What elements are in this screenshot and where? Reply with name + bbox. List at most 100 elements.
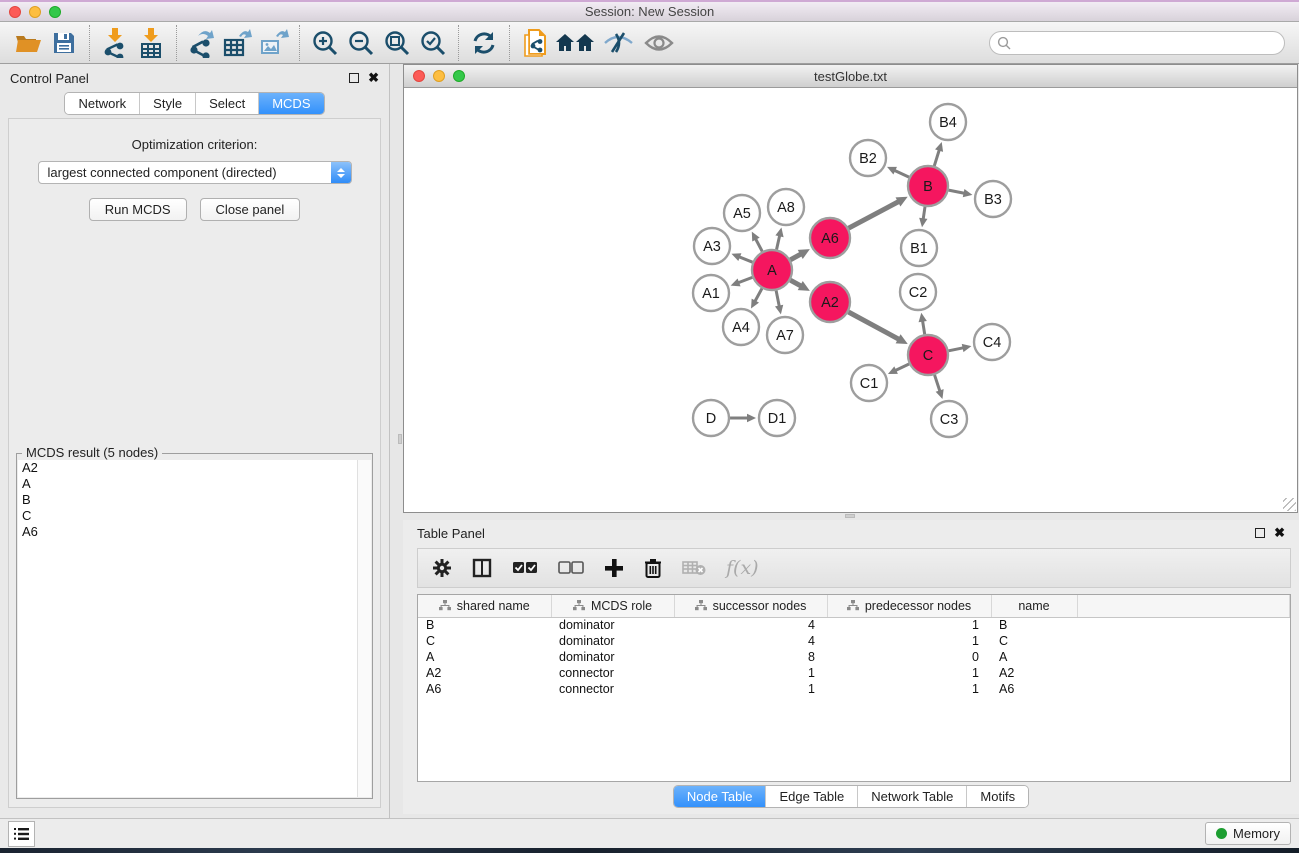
network-close-icon[interactable] <box>413 70 425 82</box>
hide-panel-button[interactable] <box>597 25 641 61</box>
export-image-button[interactable] <box>256 25 292 61</box>
edge-A-A1[interactable] <box>737 277 752 283</box>
table-cell[interactable]: B <box>991 617 1077 633</box>
column-header-MCDS-role[interactable]: MCDS role <box>551 595 674 617</box>
table-cell[interactable]: 1 <box>674 665 827 681</box>
import-table-button[interactable] <box>133 25 169 61</box>
edge-C-C2[interactable] <box>922 320 924 335</box>
table-row[interactable]: A6connector11A6 <box>418 681 1290 697</box>
resize-grip-icon[interactable] <box>1283 498 1296 511</box>
edge-B-B4[interactable] <box>934 149 939 166</box>
table-cell[interactable]: 1 <box>827 681 991 697</box>
function-builder-button[interactable]: f(x) <box>726 557 759 579</box>
table-cell[interactable]: connector <box>551 681 674 697</box>
import-network-button[interactable] <box>97 25 133 61</box>
vertical-splitter-handle[interactable] <box>398 434 402 444</box>
edge-A-A7[interactable] <box>776 291 779 308</box>
table-tab-motifs[interactable]: Motifs <box>966 786 1028 807</box>
open-session-button[interactable] <box>10 25 46 61</box>
select-all-columns-button[interactable] <box>512 561 538 575</box>
network-maximize-icon[interactable] <box>453 70 465 82</box>
table-row[interactable]: A2connector11A2 <box>418 665 1290 681</box>
tab-network[interactable]: Network <box>65 93 139 114</box>
network-window-titlebar[interactable]: testGlobe.txt <box>404 65 1297 88</box>
settings-gear-button[interactable] <box>432 558 452 578</box>
table-row[interactable]: Bdominator41B <box>418 617 1290 633</box>
tab-select[interactable]: Select <box>195 93 258 114</box>
result-list-item[interactable]: A6 <box>18 524 371 540</box>
close-window-icon[interactable] <box>9 6 21 18</box>
criterion-dropdown[interactable]: largest connected component (directed) <box>38 161 352 184</box>
zoom-out-button[interactable] <box>343 25 379 61</box>
result-scrollbar[interactable] <box>357 460 371 797</box>
column-header-predecessor-nodes[interactable]: predecessor nodes <box>827 595 991 617</box>
network-graph[interactable]: B4B2BB3B1A5A8A3A6AA1A2C2A4A7C4CC1C3DD1 <box>405 89 1296 511</box>
result-list-item[interactable]: B <box>18 492 371 508</box>
edge-C-C1[interactable] <box>894 364 909 371</box>
edge-A-A5[interactable] <box>755 238 762 252</box>
table-cell[interactable]: 1 <box>827 617 991 633</box>
close-panel-icon[interactable]: ✖ <box>368 73 379 83</box>
column-header-shared-name[interactable]: shared name <box>418 595 551 617</box>
table-cell[interactable]: 4 <box>674 617 827 633</box>
task-history-button[interactable] <box>8 821 35 847</box>
zoom-selected-button[interactable] <box>415 25 451 61</box>
table-cell[interactable]: A2 <box>418 665 551 681</box>
column-header-name[interactable]: name <box>991 595 1077 617</box>
float-panel-icon[interactable] <box>349 73 359 83</box>
edge-A-A3[interactable] <box>738 256 753 262</box>
table-cell[interactable]: 1 <box>827 665 991 681</box>
dropdown-stepper-icon[interactable] <box>331 162 351 183</box>
unselect-all-columns-button[interactable] <box>558 561 584 575</box>
show-panel-button[interactable] <box>641 25 677 61</box>
window-controls[interactable] <box>9 6 61 18</box>
edge-A-A4[interactable] <box>754 288 762 302</box>
table-cell[interactable]: A6 <box>991 681 1077 697</box>
table-row[interactable]: Cdominator41C <box>418 633 1290 649</box>
table-cell[interactable]: 1 <box>674 681 827 697</box>
table-cell[interactable]: A <box>418 649 551 665</box>
table-tab-node-table[interactable]: Node Table <box>674 786 766 807</box>
network-canvas[interactable]: B4B2BB3B1A5A8A3A6AA1A2C2A4A7C4CC1C3DD1 <box>405 89 1296 511</box>
table-cell[interactable]: 8 <box>674 649 827 665</box>
table-cell[interactable]: C <box>418 633 551 649</box>
delete-column-button[interactable] <box>644 558 662 579</box>
table-cell[interactable]: dominator <box>551 617 674 633</box>
table-cell[interactable]: 1 <box>827 633 991 649</box>
save-session-button[interactable] <box>46 25 82 61</box>
table-cell[interactable]: connector <box>551 665 674 681</box>
table-tab-network-table[interactable]: Network Table <box>857 786 966 807</box>
edge-B-B1[interactable] <box>923 207 925 221</box>
node-table[interactable]: shared nameMCDS rolesuccessor nodesprede… <box>417 594 1291 782</box>
edge-B-B3[interactable] <box>949 190 966 193</box>
tab-style[interactable]: Style <box>139 93 195 114</box>
mcds-result-list[interactable]: A2ABCA6 <box>18 460 371 797</box>
close-panel-button[interactable]: Close panel <box>200 198 301 221</box>
open-network-file-button[interactable] <box>517 25 553 61</box>
minimize-window-icon[interactable] <box>29 6 41 18</box>
export-network-button[interactable] <box>184 25 220 61</box>
table-tab-edge-table[interactable]: Edge Table <box>765 786 857 807</box>
memory-button[interactable]: Memory <box>1205 822 1291 845</box>
edge-B-B2[interactable] <box>893 170 909 177</box>
home-button[interactable] <box>553 25 597 61</box>
tab-mcds[interactable]: MCDS <box>258 93 323 114</box>
zoom-fit-button[interactable] <box>379 25 415 61</box>
edge-C-C4[interactable] <box>949 348 965 351</box>
result-list-item[interactable]: A <box>18 476 371 492</box>
table-cell[interactable]: B <box>418 617 551 633</box>
edge-A2-C[interactable] <box>848 312 899 340</box>
edge-C-C3[interactable] <box>935 375 941 392</box>
result-list-item[interactable]: C <box>18 508 371 524</box>
horizontal-splitter-handle[interactable] <box>845 514 855 518</box>
refresh-button[interactable] <box>466 25 502 61</box>
maximize-window-icon[interactable] <box>49 6 61 18</box>
delete-table-button[interactable] <box>682 560 706 576</box>
column-layout-button[interactable] <box>472 558 492 578</box>
column-header-successor-nodes[interactable]: successor nodes <box>674 595 827 617</box>
table-cell[interactable]: A6 <box>418 681 551 697</box>
table-cell[interactable]: A <box>991 649 1077 665</box>
table-cell[interactable]: 4 <box>674 633 827 649</box>
network-minimize-icon[interactable] <box>433 70 445 82</box>
run-mcds-button[interactable]: Run MCDS <box>89 198 187 221</box>
